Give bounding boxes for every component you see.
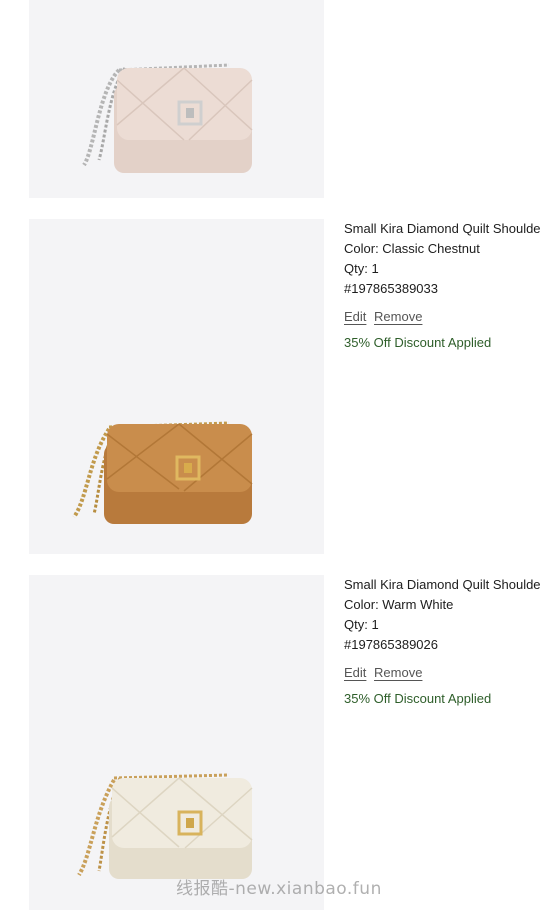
product-name[interactable]: Small Kira Diamond Quilt Shoulde	[344, 575, 540, 595]
item-details: Small Kira Diamond Quilt Shoulde Color: …	[344, 219, 540, 351]
discount-message: 35% Off Discount Applied	[344, 335, 492, 350]
remove-link[interactable]: Remove	[374, 309, 422, 324]
item-details: Small Kira Diamond Quilt Shoulde Color: …	[344, 575, 540, 707]
product-qty: Qty: 1	[344, 617, 379, 632]
product-sku: #197865389026	[344, 637, 438, 652]
item-actions: Edit Remove	[344, 309, 540, 325]
remove-link[interactable]: Remove	[374, 665, 422, 680]
item-actions: Edit Remove	[344, 665, 540, 681]
watermark-text: 线报酷-new.xianbao.fun	[176, 879, 382, 899]
product-color: Color: Classic Chestnut	[344, 241, 480, 256]
product-sku: #197865389033	[344, 281, 438, 296]
edit-link[interactable]: Edit	[344, 309, 366, 324]
product-color: Color: Warm White	[344, 597, 454, 612]
product-image[interactable]	[29, 219, 324, 554]
product-name[interactable]: Small Kira Diamond Quilt Shoulde	[344, 219, 540, 239]
product-image[interactable]	[29, 0, 324, 198]
discount-message: 35% Off Discount Applied	[344, 691, 492, 706]
product-qty: Qty: 1	[344, 261, 379, 276]
product-image[interactable]	[29, 575, 324, 910]
edit-link[interactable]: Edit	[344, 665, 366, 680]
